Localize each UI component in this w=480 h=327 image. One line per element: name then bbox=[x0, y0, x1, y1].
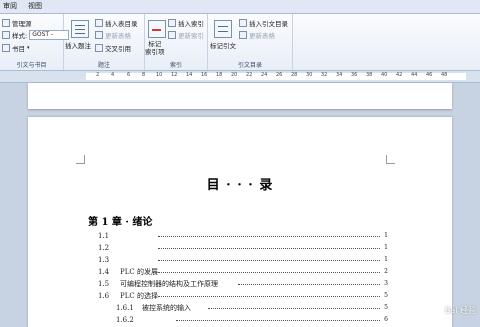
ruler-number: 20 bbox=[231, 72, 238, 78]
insert-table-of-figures-button[interactable]: 插入表目录 bbox=[95, 18, 138, 28]
ruler-number: 10 bbox=[156, 72, 163, 78]
watermark: Bai 经验 bbox=[444, 306, 476, 315]
ruler-number: 48 bbox=[441, 72, 448, 78]
ruler-number: 2 bbox=[96, 72, 100, 78]
group-captions: 插入题注 插入表目录 更新表格 交叉引用 题注 bbox=[64, 14, 145, 70]
tab-view[interactable]: 视图 bbox=[28, 1, 42, 11]
toc-entry[interactable]: 1.2 1 bbox=[98, 243, 388, 255]
mark-citation-button[interactable]: 标记引文 bbox=[210, 40, 236, 50]
ruler-number: 36 bbox=[351, 72, 358, 78]
manage-sources-icon bbox=[2, 19, 10, 27]
group-label: 引文与书目 bbox=[16, 62, 47, 69]
group-label: 题注 bbox=[97, 62, 110, 69]
ruler-number: 24 bbox=[261, 72, 268, 78]
group-index: 标记 索引项 插入索引 更新索引 索引 bbox=[145, 14, 208, 70]
horizontal-ruler[interactable]: 2 4 6 8 10 12 14 16 18 20 22 24 26 28 30… bbox=[0, 71, 480, 83]
ruler-number: 34 bbox=[336, 72, 343, 78]
ruler-number: 6 bbox=[127, 72, 131, 78]
ruler-number: 28 bbox=[291, 72, 298, 78]
table-of-figures-icon bbox=[95, 19, 103, 27]
ruler-number: 30 bbox=[306, 72, 313, 78]
cross-reference-icon bbox=[95, 44, 103, 52]
group-table-of-authorities: 标记引文 插入引文目录 更新表格 引文目录 bbox=[208, 14, 293, 70]
cross-reference-button[interactable]: 交叉引用 bbox=[95, 43, 131, 53]
mark-citation-icon bbox=[214, 20, 232, 38]
ruler-number: 12 bbox=[171, 72, 178, 78]
ruler-number: 44 bbox=[411, 72, 418, 78]
insert-index-button[interactable]: 插入索引 bbox=[168, 18, 204, 28]
toc-entry[interactable]: 1.6.2 6 bbox=[116, 315, 388, 327]
margin-corner-mark bbox=[76, 155, 85, 164]
group-label: 引文目录 bbox=[237, 62, 262, 69]
ruler-number: 32 bbox=[321, 72, 328, 78]
insert-table-of-authorities-button[interactable]: 插入引文目录 bbox=[239, 18, 288, 28]
ruler-number: 16 bbox=[201, 72, 208, 78]
style-selector[interactable]: 样式: GOST - bbox=[2, 30, 70, 40]
bibliography-button[interactable]: 书目 ▾ bbox=[2, 43, 30, 53]
ruler-number: 4 bbox=[111, 72, 115, 78]
margin-corner-mark bbox=[386, 155, 395, 164]
ruler-number: 38 bbox=[366, 72, 373, 78]
update-table-icon bbox=[95, 31, 103, 39]
toc-entry[interactable]: 1.6.1 被控系统的输入 5 bbox=[116, 303, 388, 315]
ruler-number: 42 bbox=[396, 72, 403, 78]
ruler-number: 40 bbox=[381, 72, 388, 78]
mark-entry-icon bbox=[148, 20, 166, 38]
group-citations-bibliography: 管理源 样式: GOST - 书目 ▾ 引文与书目 bbox=[0, 14, 70, 70]
toc-title: 目 · · · 录 bbox=[206, 178, 274, 193]
insert-caption-icon bbox=[71, 20, 89, 38]
style-icon bbox=[2, 31, 10, 39]
manage-sources-button[interactable]: 管理源 bbox=[2, 18, 32, 28]
document-page[interactable]: 目 · · · 录 第 1 章 · 绪论 1.1 1 1.2 1 1.3 1 1.4 P… bbox=[28, 117, 452, 327]
tab-review[interactable]: 审阅 bbox=[3, 1, 17, 11]
update-table-button[interactable]: 更新表格 bbox=[95, 30, 131, 40]
mark-entry-button[interactable]: 标记 索引项 bbox=[145, 40, 165, 56]
table-of-authorities-icon bbox=[239, 19, 247, 27]
toc-entry[interactable]: 1.1 1 bbox=[98, 231, 388, 243]
toc-entry[interactable]: 1.5 可编程控制器的结构及工作原理 3 bbox=[98, 279, 388, 291]
update-toa-button[interactable]: 更新表格 bbox=[239, 30, 275, 40]
ribbon-tab-bar: 审阅 视图 bbox=[0, 0, 480, 14]
insert-index-icon bbox=[168, 19, 176, 27]
ribbon: 管理源 样式: GOST - 书目 ▾ 引文与书目 插入题注 插入表目录 更新表格 … bbox=[0, 14, 480, 71]
ruler-number: 18 bbox=[216, 72, 223, 78]
toc-entry[interactable]: 1.6 PLC 的选择 5 bbox=[98, 291, 388, 303]
ruler-number: 26 bbox=[276, 72, 283, 78]
ruler-number: 8 bbox=[142, 72, 146, 78]
chapter-heading: 第 1 章 · 绪论 bbox=[88, 217, 153, 228]
ruler-number: 14 bbox=[186, 72, 193, 78]
document-page-previous[interactable] bbox=[28, 83, 452, 109]
bibliography-icon bbox=[2, 44, 10, 52]
update-index-button[interactable]: 更新索引 bbox=[168, 30, 204, 40]
update-index-icon bbox=[168, 31, 176, 39]
ruler-number: 46 bbox=[426, 72, 433, 78]
ruler-number: 22 bbox=[246, 72, 253, 78]
group-label: 索引 bbox=[169, 62, 182, 69]
update-toa-icon bbox=[239, 31, 247, 39]
toc-entry[interactable]: 1.4 PLC 的发展 2 bbox=[98, 267, 388, 279]
toc-entry[interactable]: 1.3 1 bbox=[98, 255, 388, 267]
insert-caption-button[interactable]: 插入题注 bbox=[65, 40, 91, 50]
